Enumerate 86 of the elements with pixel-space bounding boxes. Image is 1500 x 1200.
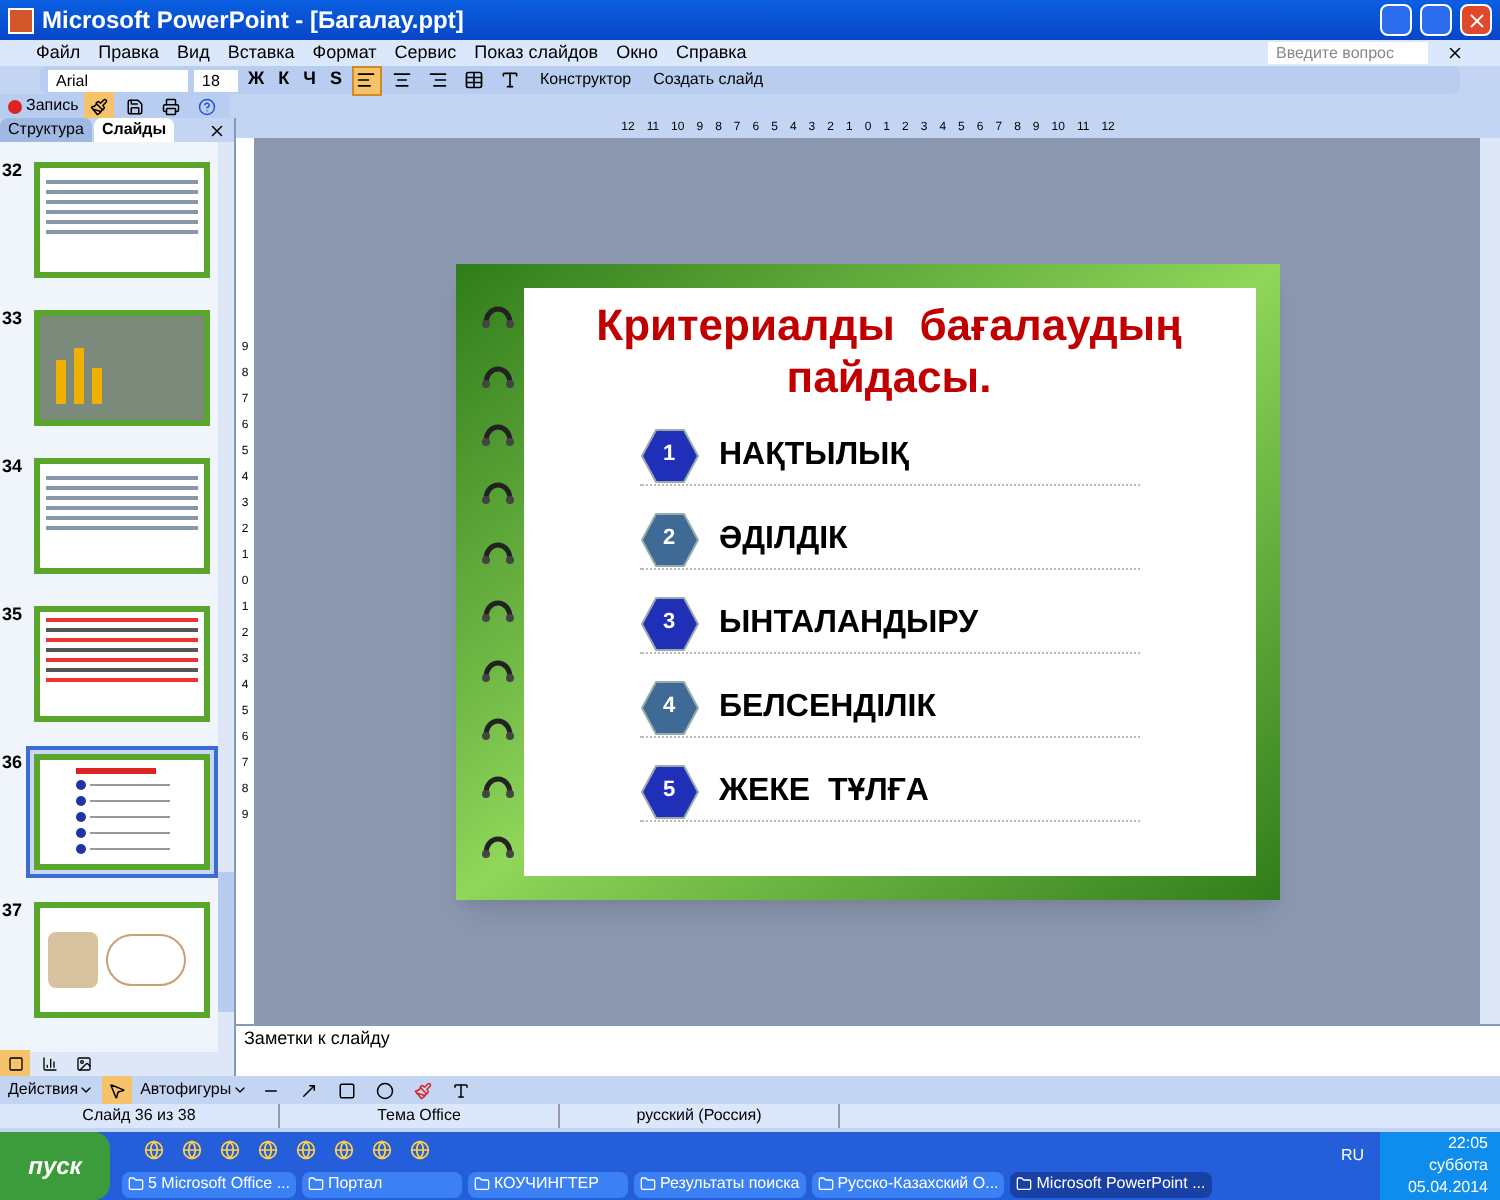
spiral-ring-icon [479, 363, 515, 388]
style-button[interactable]: Ч [299, 66, 320, 94]
menu-item[interactable]: Формат [312, 39, 377, 67]
menu-item[interactable]: Справка [676, 39, 747, 67]
align-left-icon[interactable] [351, 65, 382, 95]
style-button[interactable]: S [325, 66, 346, 94]
slide-number: 35 [2, 602, 22, 628]
close-button[interactable] [1460, 4, 1492, 36]
scrollbar[interactable] [1480, 138, 1500, 1024]
help-search-field[interactable]: Введите вопрос [1268, 42, 1428, 64]
spiral-ring-icon [479, 421, 515, 446]
spiral-ring-icon [479, 774, 515, 799]
slide-number: 32 [2, 158, 22, 184]
taskbar-task[interactable]: Microsoft PowerPoint ... [1010, 1171, 1212, 1197]
spiral-ring-icon [479, 715, 515, 740]
taskbar-task[interactable]: КОУЧИНГТЕР [467, 1171, 628, 1197]
style-button[interactable]: К [274, 66, 294, 94]
menu-item[interactable]: Файл [36, 39, 81, 67]
slide-number: 33 [2, 306, 22, 332]
status-field: Тема Office [280, 1104, 560, 1128]
spiral-ring-icon [479, 480, 515, 505]
taskbar-task[interactable]: Портал [301, 1171, 462, 1197]
restore-button[interactable] [1420, 4, 1452, 36]
new-slide-button[interactable]: Создать слайд [645, 68, 771, 92]
close-icon [1465, 9, 1487, 31]
spiral-ring-icon [479, 598, 515, 623]
folder-icon [639, 1176, 656, 1192]
item-number: 4 [660, 692, 678, 723]
language-indicator[interactable]: RU [1340, 1132, 1380, 1168]
size-select[interactable]: 18 [194, 69, 238, 91]
criterion-text: ЫНТАЛАНДЫРУ [719, 603, 979, 643]
minimize-button[interactable] [1380, 4, 1412, 36]
style-button[interactable]: Ж [244, 66, 269, 94]
folder-icon [307, 1176, 324, 1192]
criterion-text: НАҚТЫЛЫҚ [719, 435, 909, 475]
menu-item[interactable]: Правка [98, 39, 160, 67]
menu-item[interactable]: Окно [616, 39, 658, 67]
actions-menu[interactable]: Действия [8, 1078, 95, 1102]
status-field: Слайд 36 из 38 [0, 1104, 280, 1128]
slide-number: 34 [2, 454, 22, 480]
spiral-ring-icon [479, 304, 515, 329]
folder-icon [128, 1176, 144, 1192]
item-number: 1 [660, 440, 678, 471]
menu-item[interactable]: Показ слайдов [474, 39, 599, 67]
pane-tab[interactable]: Структура [0, 118, 92, 142]
scrollbar[interactable] [218, 142, 234, 1052]
close-icon[interactable] [208, 121, 226, 139]
item-number: 2 [660, 524, 678, 555]
pane-tab[interactable]: Слайды [93, 118, 175, 142]
designer-button[interactable]: Конструктор [531, 68, 640, 92]
folder-icon [473, 1176, 490, 1192]
pointer-icon[interactable] [102, 1075, 133, 1105]
caret-icon [231, 1082, 248, 1098]
clock-time: 22:05 [1447, 1132, 1488, 1154]
item-number: 5 [660, 776, 678, 807]
folder-icon [817, 1176, 834, 1192]
spiral-ring-icon [479, 657, 515, 682]
record-button[interactable]: Запись [8, 94, 79, 118]
font-select[interactable]: Arial [48, 69, 188, 91]
slide-title: Критериалды бағалаудың пайдасы. [594, 299, 1184, 403]
taskbar-task[interactable]: Русско-Казахский О... [811, 1171, 1005, 1197]
window-title: Microsoft PowerPoint - [Багалау.ppt] [42, 4, 466, 38]
status-field: русский (Россия) [560, 1104, 840, 1128]
slide-thumbnail[interactable] [26, 746, 218, 878]
spiral-ring-icon [479, 539, 515, 564]
menu-item[interactable]: Вид [177, 39, 210, 67]
folder-icon [1016, 1176, 1033, 1192]
menu-item[interactable]: Сервис [394, 39, 457, 67]
caret-icon [78, 1082, 95, 1098]
criterion-text: БЕЛСЕНДІЛІК [719, 687, 936, 727]
clock-day: суббота [1428, 1154, 1488, 1176]
slide-number: 37 [2, 898, 22, 924]
normal-view-icon[interactable] [0, 1049, 30, 1079]
notes-pane[interactable]: Заметки к слайду [236, 1024, 1500, 1076]
item-number: 3 [660, 608, 678, 639]
criterion-text: ЖЕКЕ ТҰЛҒА [719, 771, 929, 811]
clock-date: 05.04.2014 [1407, 1176, 1488, 1198]
slide-number: 36 [2, 750, 22, 776]
autoshapes-menu[interactable]: Автофигуры [140, 1078, 248, 1102]
close-icon[interactable] [1446, 44, 1464, 62]
taskbar-task[interactable]: 5 Microsoft Office ... [122, 1171, 296, 1197]
criterion-text: ӘДІЛДІК [719, 519, 848, 559]
menu-item[interactable]: Вставка [227, 39, 295, 67]
taskbar-task[interactable]: Результаты поиска [633, 1171, 806, 1197]
spiral-ring-icon [479, 833, 515, 858]
app-icon [8, 7, 34, 33]
